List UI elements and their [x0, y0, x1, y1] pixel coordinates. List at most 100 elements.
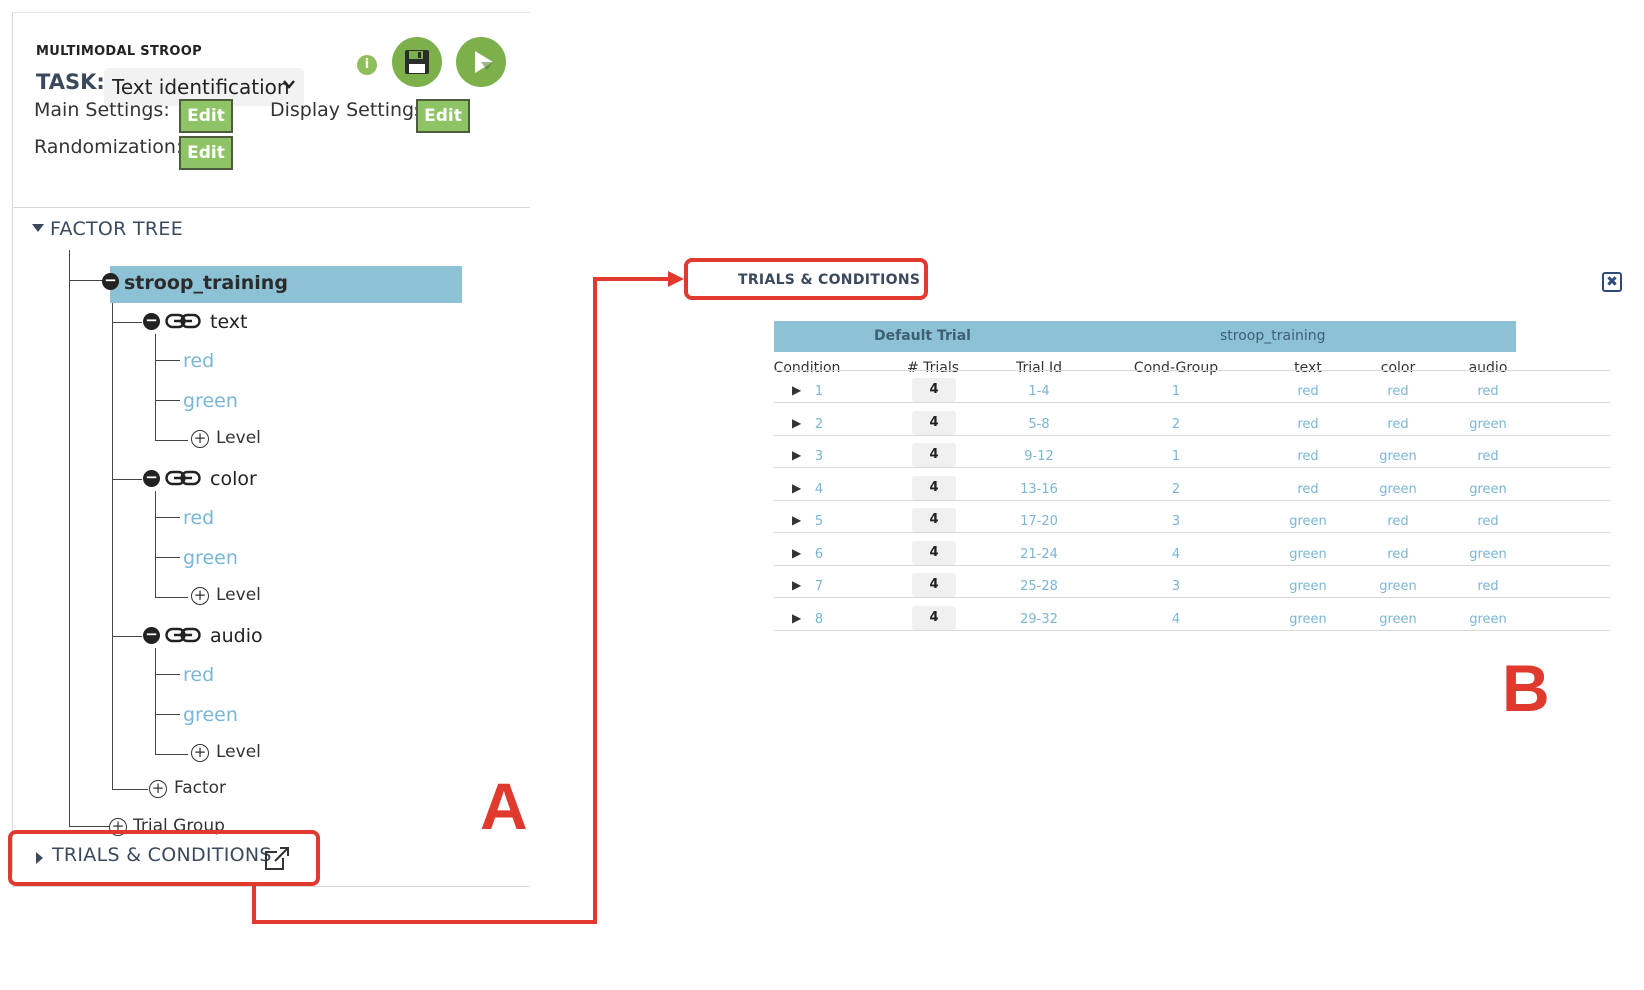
table-row-divider	[774, 629, 1610, 631]
chevron-down-icon	[282, 76, 296, 95]
cell-audio: red	[1477, 514, 1499, 529]
level-label[interactable]: red	[183, 507, 214, 529]
table-row-divider	[774, 402, 1610, 403]
cell-condition[interactable]: 5	[759, 514, 879, 529]
column-header-condition: Condition	[773, 360, 841, 376]
trials-conditions-title: TRIALS & CONDITIONS	[738, 272, 921, 288]
column-header-trials: # Trials	[906, 360, 960, 376]
level-label[interactable]: red	[183, 664, 214, 686]
cell-trial-id: 21-24	[1020, 546, 1058, 562]
trials-count-input[interactable]: 4	[912, 508, 956, 532]
cell-trial-id: 29-32	[1020, 611, 1058, 627]
collapse-icon[interactable]: −	[102, 273, 119, 290]
annotation-label-a: A	[480, 769, 528, 843]
cell-audio: red	[1477, 449, 1499, 464]
trials-count-input[interactable]: 4	[912, 378, 956, 402]
cell-trial-id: 5-8	[1028, 416, 1050, 432]
cell-condition[interactable]: 8	[759, 612, 879, 627]
factor-label[interactable]: text	[210, 311, 248, 333]
trial-group-header: stroop_training	[1220, 328, 1326, 344]
panel-left-border	[12, 12, 13, 874]
add-factor-icon[interactable]: +	[149, 780, 167, 798]
cell-condition[interactable]: 1	[759, 384, 879, 399]
save-button[interactable]	[392, 37, 442, 87]
add-level-icon[interactable]: +	[191, 430, 209, 448]
column-header-audio: audio	[1468, 360, 1508, 376]
cell-trial-id: 9-12	[1024, 449, 1054, 464]
cell-cond-group: 4	[1171, 546, 1181, 562]
collapse-icon[interactable]: −	[143, 627, 160, 644]
add-level-icon[interactable]: +	[191, 744, 209, 762]
link-icon[interactable]	[165, 313, 201, 329]
add-level-label[interactable]: Level	[216, 585, 261, 605]
divider	[12, 886, 530, 887]
info-icon[interactable]: i	[357, 55, 377, 75]
table-row-divider	[774, 564, 1610, 566]
cell-audio: green	[1469, 546, 1507, 562]
cell-cond-group: 3	[1171, 579, 1181, 594]
cell-audio: green	[1469, 481, 1507, 497]
panel-top-border	[12, 12, 530, 13]
collapse-icon[interactable]: −	[143, 470, 160, 487]
table-row-divider	[774, 434, 1610, 436]
floppy-disk-icon	[405, 50, 429, 74]
display-settings-edit-button[interactable]: Edit	[416, 99, 470, 133]
add-factor-label[interactable]: Factor	[174, 778, 226, 798]
cell-audio: green	[1469, 611, 1507, 627]
cell-trial-id: 17-20	[1020, 514, 1058, 529]
trials-count-input[interactable]: 4	[912, 475, 956, 500]
cell-audio: red	[1477, 579, 1499, 594]
caret-down-icon[interactable]	[32, 224, 44, 232]
cell-trial-id: 13-16	[1020, 481, 1058, 497]
cell-condition[interactable]: 2	[759, 417, 879, 432]
task-label: TASK:	[36, 70, 105, 94]
cell-cond-group: 2	[1171, 481, 1181, 497]
annotation-connector	[593, 277, 597, 924]
trials-count-input[interactable]: 4	[912, 573, 956, 597]
level-label[interactable]: green	[183, 390, 238, 412]
level-label[interactable]: green	[183, 547, 238, 569]
annotation-connector	[252, 920, 597, 924]
main-settings-edit-button[interactable]: Edit	[179, 99, 233, 133]
table-row-divider	[774, 532, 1610, 533]
level-label[interactable]: green	[183, 704, 238, 726]
trials-count-input[interactable]: 4	[912, 410, 956, 435]
annotation-connector	[593, 277, 671, 281]
add-level-label[interactable]: Level	[216, 742, 261, 762]
cell-cond-group: 1	[1171, 449, 1181, 464]
add-level-icon[interactable]: +	[191, 587, 209, 605]
app-name: MULTIMODAL STROOP	[36, 44, 202, 59]
cell-condition[interactable]: 4	[759, 482, 879, 497]
cell-condition[interactable]: 7	[759, 579, 879, 594]
cell-cond-group: 2	[1171, 416, 1181, 432]
divider	[12, 207, 530, 208]
link-icon[interactable]	[165, 470, 201, 486]
cell-audio: red	[1477, 384, 1499, 399]
level-label[interactable]: red	[183, 350, 214, 372]
add-level-label[interactable]: Level	[216, 428, 261, 448]
factor-tree-title[interactable]: FACTOR TREE	[50, 218, 183, 240]
cell-cond-group: 3	[1171, 514, 1181, 529]
randomization-label: Randomization:	[34, 136, 183, 158]
cell-cond-group: 1	[1171, 384, 1181, 399]
close-button[interactable]: ✖	[1602, 272, 1622, 292]
trials-count-input[interactable]: 4	[912, 605, 956, 630]
experiment-editor-panel: MULTIMODAL STROOP TASK: Text identificat…	[12, 12, 530, 932]
trial-group-label[interactable]: stroop_training	[124, 272, 288, 294]
link-icon[interactable]	[165, 627, 201, 643]
trials-count-input[interactable]: 4	[912, 443, 956, 467]
cell-condition[interactable]: 3	[759, 449, 879, 464]
cell-cond-group: 4	[1171, 611, 1181, 627]
table-row-divider	[774, 597, 1610, 598]
cell-trial-id: 25-28	[1020, 579, 1058, 594]
run-button[interactable]	[456, 37, 506, 87]
default-trial-header: Default Trial	[874, 328, 971, 344]
cell-trial-id: 1-4	[1028, 384, 1050, 399]
trials-count-input[interactable]: 4	[912, 540, 956, 565]
factor-label[interactable]: audio	[210, 625, 263, 647]
randomization-edit-button[interactable]: Edit	[179, 136, 233, 170]
collapse-icon[interactable]: −	[143, 313, 160, 330]
main-settings-label: Main Settings:	[34, 99, 170, 121]
cell-condition[interactable]: 6	[759, 547, 879, 562]
factor-label[interactable]: color	[210, 468, 257, 490]
